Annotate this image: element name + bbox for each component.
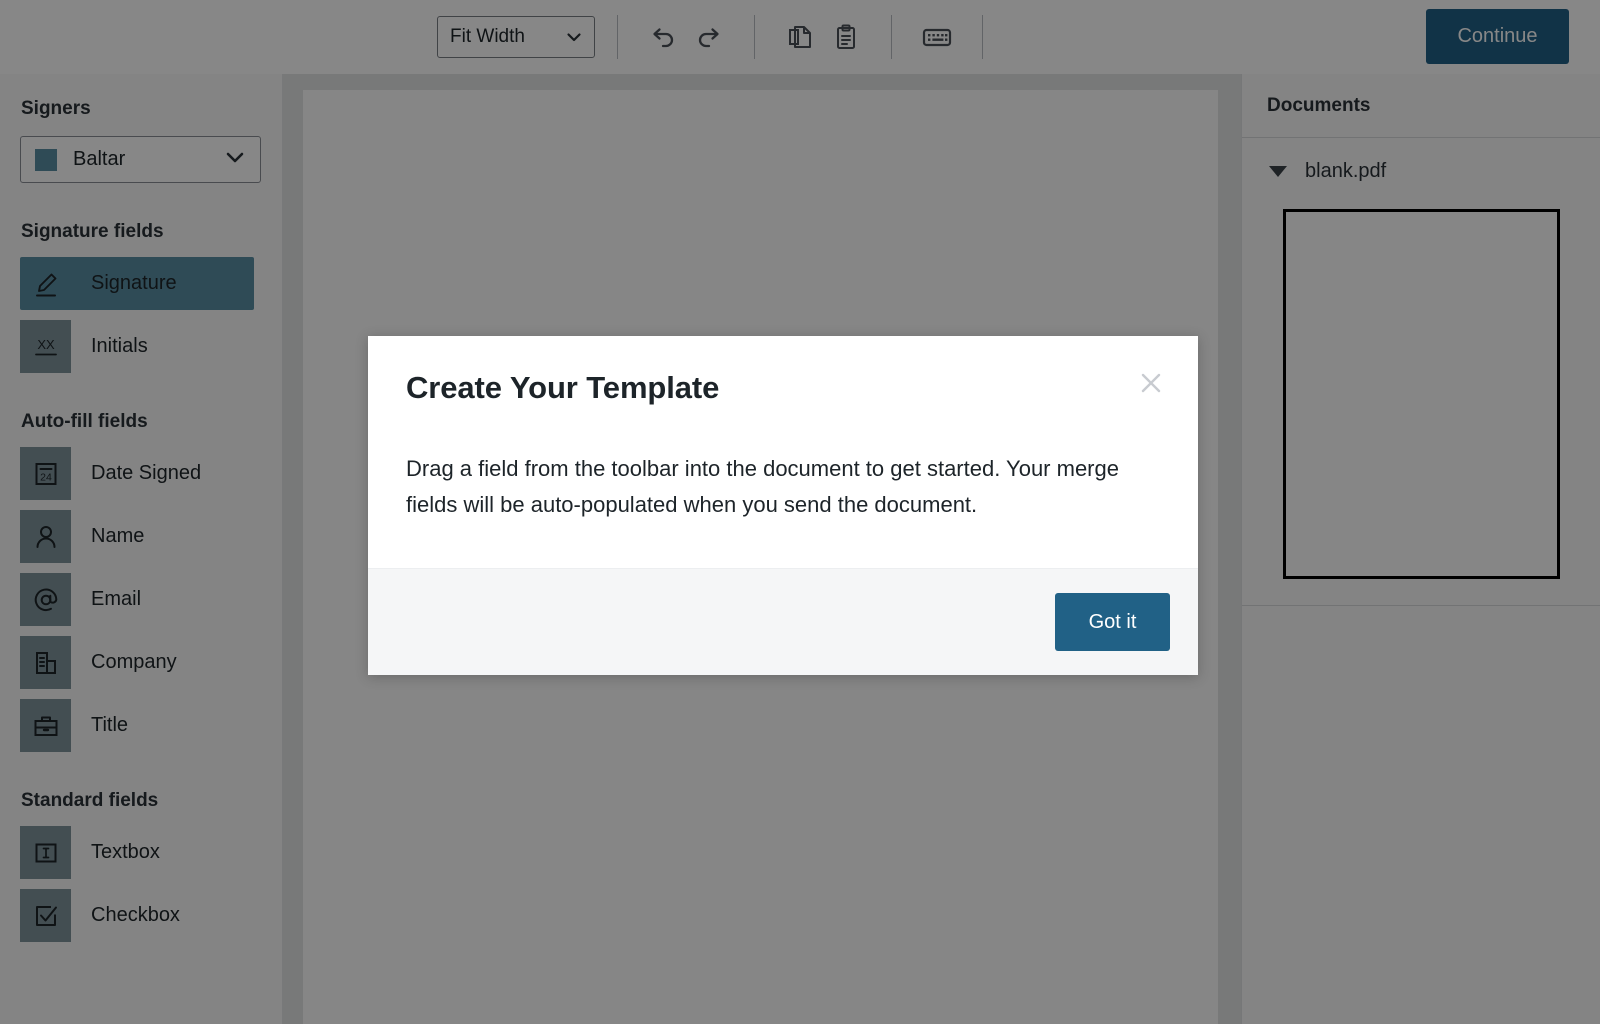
field-label: Checkbox	[91, 904, 180, 926]
field-item-checkbox[interactable]: Checkbox	[20, 889, 254, 942]
toolbar-divider	[617, 15, 618, 59]
document-filename: blank.pdf	[1305, 160, 1387, 182]
field-item-title[interactable]: Title	[20, 699, 254, 752]
toolbar-divider	[982, 15, 983, 59]
briefcase-icon	[20, 699, 71, 752]
at-icon	[20, 573, 71, 626]
copy-button[interactable]	[777, 14, 823, 60]
field-item-textbox[interactable]: Textbox	[20, 826, 254, 879]
document-entry: blank.pdf	[1242, 138, 1600, 606]
caret-down-icon	[1269, 166, 1287, 177]
documents-panel-title: Documents	[1242, 74, 1600, 138]
signer-color-swatch	[35, 148, 57, 171]
modal-title: Create Your Template	[406, 370, 720, 405]
group-label-signature-fields: Signature fields	[21, 221, 164, 242]
field-label: Name	[91, 525, 145, 547]
field-item-date-signed[interactable]: 24 Date Signed	[20, 447, 254, 500]
keyboard-shortcuts-button[interactable]	[914, 14, 960, 60]
field-label: Email	[91, 588, 142, 610]
building-icon	[20, 636, 71, 689]
chevron-down-icon	[566, 29, 582, 45]
got-it-button[interactable]: Got it	[1055, 593, 1170, 652]
toolbar-controls: Fit Width	[437, 0, 1005, 74]
field-item-initials[interactable]: XX Initials	[20, 320, 254, 373]
field-label: Date Signed	[91, 462, 202, 484]
field-label: Textbox	[91, 841, 160, 863]
modal-description: Drag a field from the toolbar into the d…	[406, 456, 1119, 517]
person-icon	[20, 510, 71, 563]
signer-name: Baltar	[73, 148, 126, 170]
field-item-email[interactable]: Email	[20, 573, 254, 626]
checkbox-icon	[20, 889, 71, 942]
zoom-level-value: Fit Width	[450, 26, 525, 47]
chevron-down-icon	[224, 146, 246, 173]
field-label: Initials	[91, 335, 148, 357]
page-thumbnail[interactable]	[1282, 209, 1560, 579]
fields-sidebar: Signers Baltar Signature fields Signatur…	[0, 74, 283, 1024]
close-icon[interactable]	[1134, 366, 1168, 400]
redo-button[interactable]	[686, 14, 732, 60]
modal-footer: Got it	[368, 568, 1198, 676]
field-item-company[interactable]: Company	[20, 636, 254, 689]
continue-button[interactable]: Continue	[1426, 9, 1569, 64]
svg-text:XX: XX	[37, 337, 55, 352]
paste-button[interactable]	[823, 14, 869, 60]
calendar-icon: 24	[20, 447, 71, 500]
signer-select[interactable]: Baltar	[20, 136, 261, 183]
document-toggle-row[interactable]: blank.pdf	[1242, 160, 1600, 183]
field-item-name[interactable]: Name	[20, 510, 254, 563]
toolbar-divider	[754, 15, 755, 59]
initials-icon: XX	[20, 320, 71, 373]
group-label-standard-fields: Standard fields	[21, 790, 159, 811]
undo-button[interactable]	[640, 14, 686, 60]
svg-text:24: 24	[40, 471, 52, 483]
toolbar-divider	[891, 15, 892, 59]
app-root: Fit Width Continue Signers Baltar Signat…	[0, 0, 1600, 1024]
field-item-signature[interactable]: Signature	[20, 257, 254, 310]
field-label: Signature	[91, 272, 177, 294]
field-label: Company	[91, 651, 177, 673]
create-template-modal: Create Your Template Drag a field from t…	[368, 336, 1198, 676]
zoom-level-select[interactable]: Fit Width	[437, 16, 595, 58]
textbox-icon	[20, 826, 71, 879]
group-label-auto-fill-fields: Auto-fill fields	[21, 411, 148, 432]
modal-body: Create Your Template Drag a field from t…	[368, 336, 1198, 568]
pen-icon	[20, 257, 71, 310]
signers-heading: Signers	[21, 98, 91, 119]
field-label: Title	[91, 714, 129, 736]
documents-panel: Documents blank.pdf	[1241, 74, 1600, 1024]
top-toolbar: Fit Width Continue	[0, 0, 1600, 74]
